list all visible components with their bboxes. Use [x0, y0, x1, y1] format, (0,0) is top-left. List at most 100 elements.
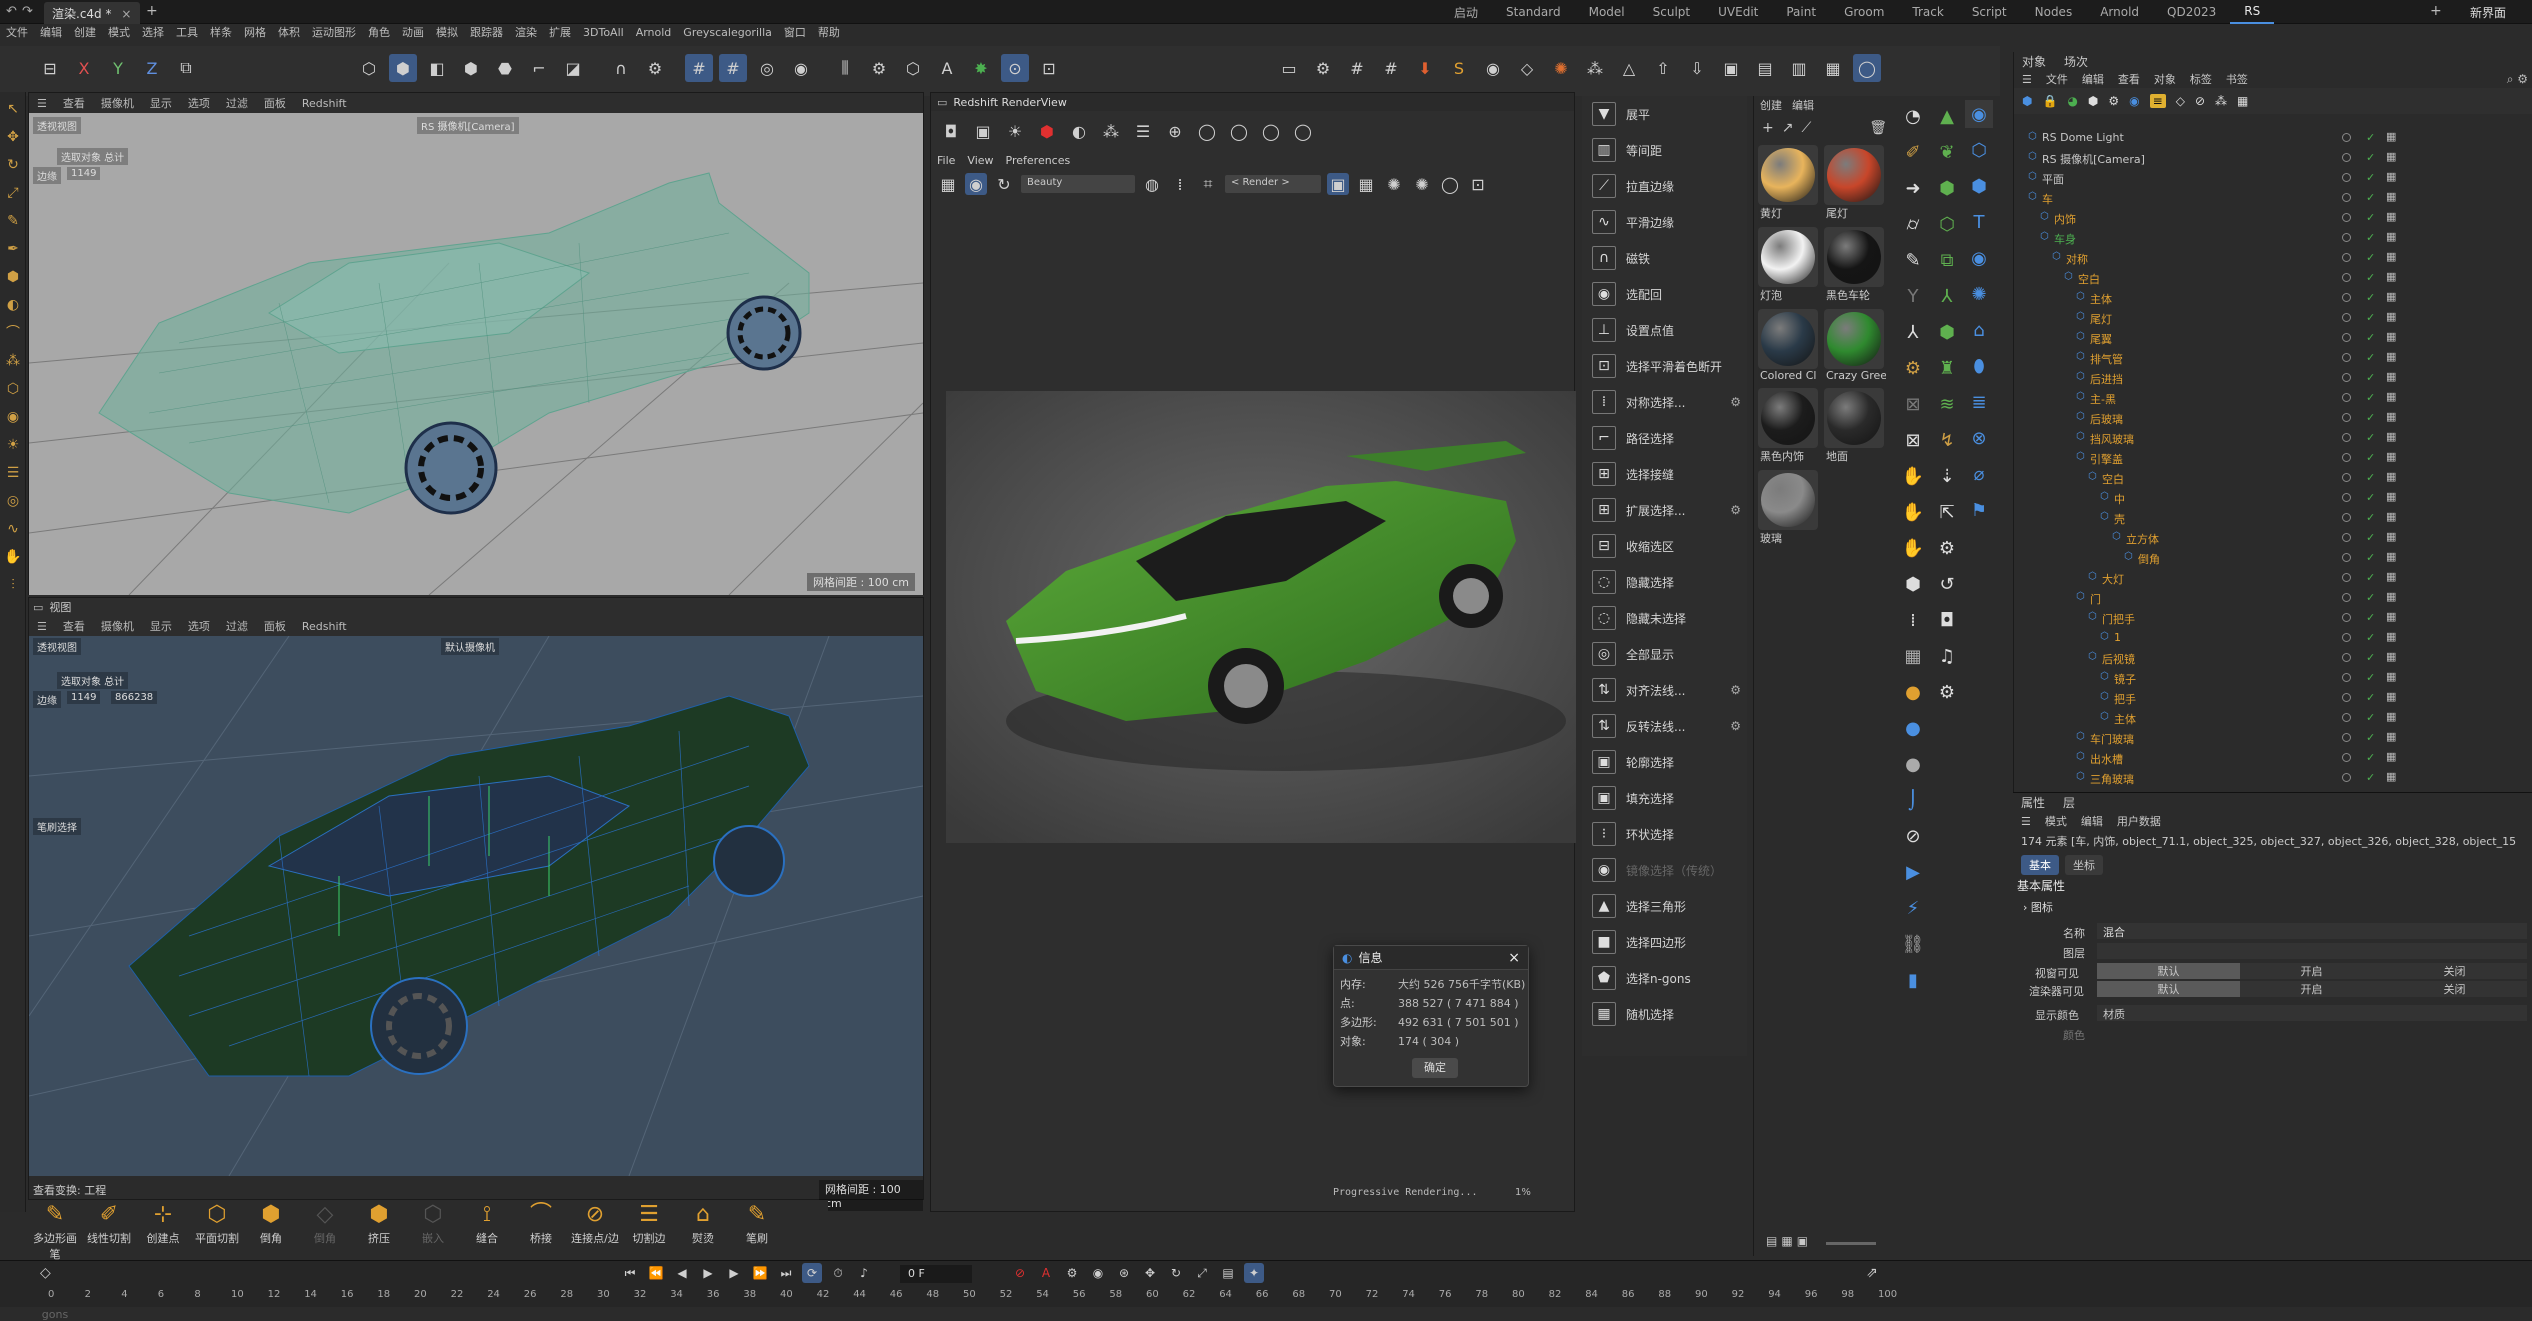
visibility-dot[interactable] [2342, 693, 2351, 702]
tag-icon[interactable]: ▦ [2386, 530, 2396, 543]
command-item[interactable]: ⌐ 路径选择 [1582, 420, 1747, 456]
lock-icon[interactable]: ▣ [1327, 173, 1349, 195]
rs-dome-icon[interactable]: ◉ [1965, 244, 1993, 272]
command-item[interactable]: ⊥ 设置点值 [1582, 312, 1747, 348]
visibility-dot[interactable] [2342, 273, 2351, 282]
visibility-dot[interactable] [2342, 353, 2351, 362]
layout-tab[interactable]: Arnold [2086, 1, 2153, 23]
material-swatch[interactable]: 黑色内饰 [1758, 388, 1820, 464]
vis-editor-on[interactable]: 开启 [2240, 963, 2383, 979]
close-tab-icon[interactable]: × [121, 7, 131, 21]
command-item[interactable]: ∿ 平滑边缘 [1582, 204, 1747, 240]
material-swatch[interactable]: 玻璃 [1758, 470, 1820, 546]
tag-icon[interactable]: ▦ [2386, 130, 2396, 143]
visibility-dot[interactable] [2342, 653, 2351, 662]
tag-icon[interactable]: ▦ [2386, 770, 2396, 783]
go-start-icon[interactable]: ⏮ [620, 1263, 640, 1283]
menu-item[interactable]: 工具 [170, 24, 204, 40]
particles-render-icon[interactable]: ⁂ [1097, 117, 1125, 145]
visibility-dot[interactable] [2342, 573, 2351, 582]
material-swatch[interactable]: Colored Cl [1758, 309, 1820, 382]
box-x-icon[interactable]: ⊠ [1899, 426, 1927, 454]
select-tool-icon[interactable]: ↖ [2, 98, 24, 120]
object-row[interactable]: ⬡ 空白 ✓ ▦ [2014, 268, 2532, 288]
visibility-dot[interactable] [2342, 473, 2351, 482]
tag-icon[interactable]: ▦ [2386, 710, 2396, 723]
enable-check-icon[interactable]: ✓ [2366, 691, 2375, 704]
material-menu-item[interactable]: 编辑 [1792, 97, 1814, 113]
tag-icon[interactable]: ▦ [2386, 610, 2396, 623]
rs-stack-icon[interactable]: ≣ [1965, 388, 1993, 416]
brush-selection-tag[interactable]: 笔刷选择 [33, 818, 81, 835]
vis-render-off[interactable]: 关闭 [2383, 981, 2526, 997]
tag-icon[interactable]: ▦ [2386, 270, 2396, 283]
sound-icon[interactable]: ♪ [854, 1263, 874, 1283]
object-row[interactable]: ⬡ 车身 ✓ ▦ [2014, 228, 2532, 248]
render-queue-icon[interactable]: ▥ [1785, 54, 1813, 82]
visibility-dot[interactable] [2342, 293, 2351, 302]
object-row[interactable]: ⬡ 三角玻璃 ✓ ▦ [2014, 768, 2532, 788]
image-icon[interactable]: ▣ [1717, 54, 1745, 82]
modeling-tool[interactable]: ◇ 倒角 [298, 1200, 352, 1246]
spline-tool-icon[interactable]: ∿ [2, 518, 24, 540]
modeling-tool[interactable]: ⬡ 嵌入 [406, 1200, 460, 1246]
viewport-menu-item[interactable]: Redshift [294, 620, 355, 633]
visibility-dot[interactable] [2342, 173, 2351, 182]
branch-green-icon[interactable]: ⅄ [1933, 282, 1961, 310]
visibility-dot[interactable] [2342, 193, 2351, 202]
large-view-icon[interactable]: ▣ [1797, 1234, 1808, 1248]
rotate-tool-icon[interactable]: ↻ [2, 154, 24, 176]
menu-item[interactable]: 模式 [102, 24, 136, 40]
menu-item[interactable]: 样条 [204, 24, 238, 40]
modeling-tool[interactable]: ⬡ 平面切割 [190, 1200, 244, 1246]
material-swatch[interactable]: 黑色车轮 [1824, 227, 1886, 303]
enable-check-icon[interactable]: ✓ [2366, 451, 2375, 464]
pen-tool-icon[interactable]: ✒ [2, 238, 24, 260]
enable-check-icon[interactable]: ✓ [2366, 331, 2375, 344]
camera2-icon[interactable]: ◘ [1933, 606, 1961, 634]
modeling-tool[interactable]: ⬢ 挤压 [352, 1200, 406, 1246]
redo-icon[interactable]: ↷ [22, 4, 33, 19]
menu-item[interactable]: 渲染 [509, 24, 543, 40]
viewport-menu-item[interactable]: 过滤 [218, 618, 256, 634]
vis-render-default[interactable]: 默认 [2097, 981, 2240, 997]
down-arrow-icon[interactable]: ⇣ [1933, 462, 1961, 490]
command-item[interactable]: ⟋ 拉直边缘 [1582, 168, 1747, 204]
sphere-orange-icon[interactable]: ● [1899, 678, 1927, 706]
om-menu-item[interactable]: 文件 [2046, 71, 2068, 87]
motion-icon[interactable]: ⊛ [1114, 1263, 1134, 1283]
tag-icon[interactable]: ▦ [2386, 570, 2396, 583]
command-item[interactable]: ∩ 磁铁 [1582, 240, 1747, 276]
scale-tool-icon[interactable]: ⤢ [2, 182, 24, 204]
command-item[interactable]: ⁝ 环状选择 [1582, 816, 1747, 852]
object-row[interactable]: ⬡ 主体 ✓ ▦ [2014, 708, 2532, 728]
tag-icon[interactable]: ▦ [2386, 410, 2396, 423]
param-key-icon[interactable]: ▤ [1218, 1263, 1238, 1283]
loop-icon[interactable]: ⟳ [802, 1263, 822, 1283]
command-item[interactable]: ⊟ 收缩选区 [1582, 528, 1747, 564]
menu-item[interactable]: 3DToAll [577, 26, 630, 39]
grid-view-icon[interactable]: ▦ [1781, 1234, 1792, 1248]
layout-tab[interactable]: 启动 [1440, 0, 1492, 25]
thumb-size-slider[interactable] [1826, 1242, 1876, 1245]
tag-icon[interactable]: ▦ [2386, 490, 2396, 503]
om-menu-item[interactable]: 查看 [2118, 71, 2140, 87]
layout-icon[interactable]: ⊟ [36, 54, 64, 82]
menu-item[interactable]: 跟踪器 [464, 24, 509, 40]
dotted-icon[interactable]: ⁞ [1169, 173, 1191, 195]
enable-check-icon[interactable]: ✓ [2366, 391, 2375, 404]
visibility-dot[interactable] [2342, 753, 2351, 762]
sparkle-icon[interactable]: ✺ [1383, 173, 1405, 195]
delete-material-icon[interactable]: 🗑 [1869, 120, 1887, 136]
chili-icon[interactable]: ◇ [1513, 54, 1541, 82]
command-item[interactable]: ▥ 等间距 [1582, 132, 1747, 168]
y-split-icon[interactable]: ⅄ [1899, 318, 1927, 346]
grid-tool2-icon[interactable]: # [1377, 54, 1405, 82]
enable-check-icon[interactable]: ✓ [2366, 611, 2375, 624]
render-image-icon[interactable]: ▤ [1751, 54, 1779, 82]
bolt-icon[interactable]: ⚡ [1899, 894, 1927, 922]
object-row[interactable]: ⬡ 内饰 ✓ ▦ [2014, 208, 2532, 228]
menu-item[interactable]: 角色 [362, 24, 396, 40]
dialog-ok-button[interactable]: 确定 [1412, 1058, 1458, 1078]
enable-check-icon[interactable]: ✓ [2366, 211, 2375, 224]
